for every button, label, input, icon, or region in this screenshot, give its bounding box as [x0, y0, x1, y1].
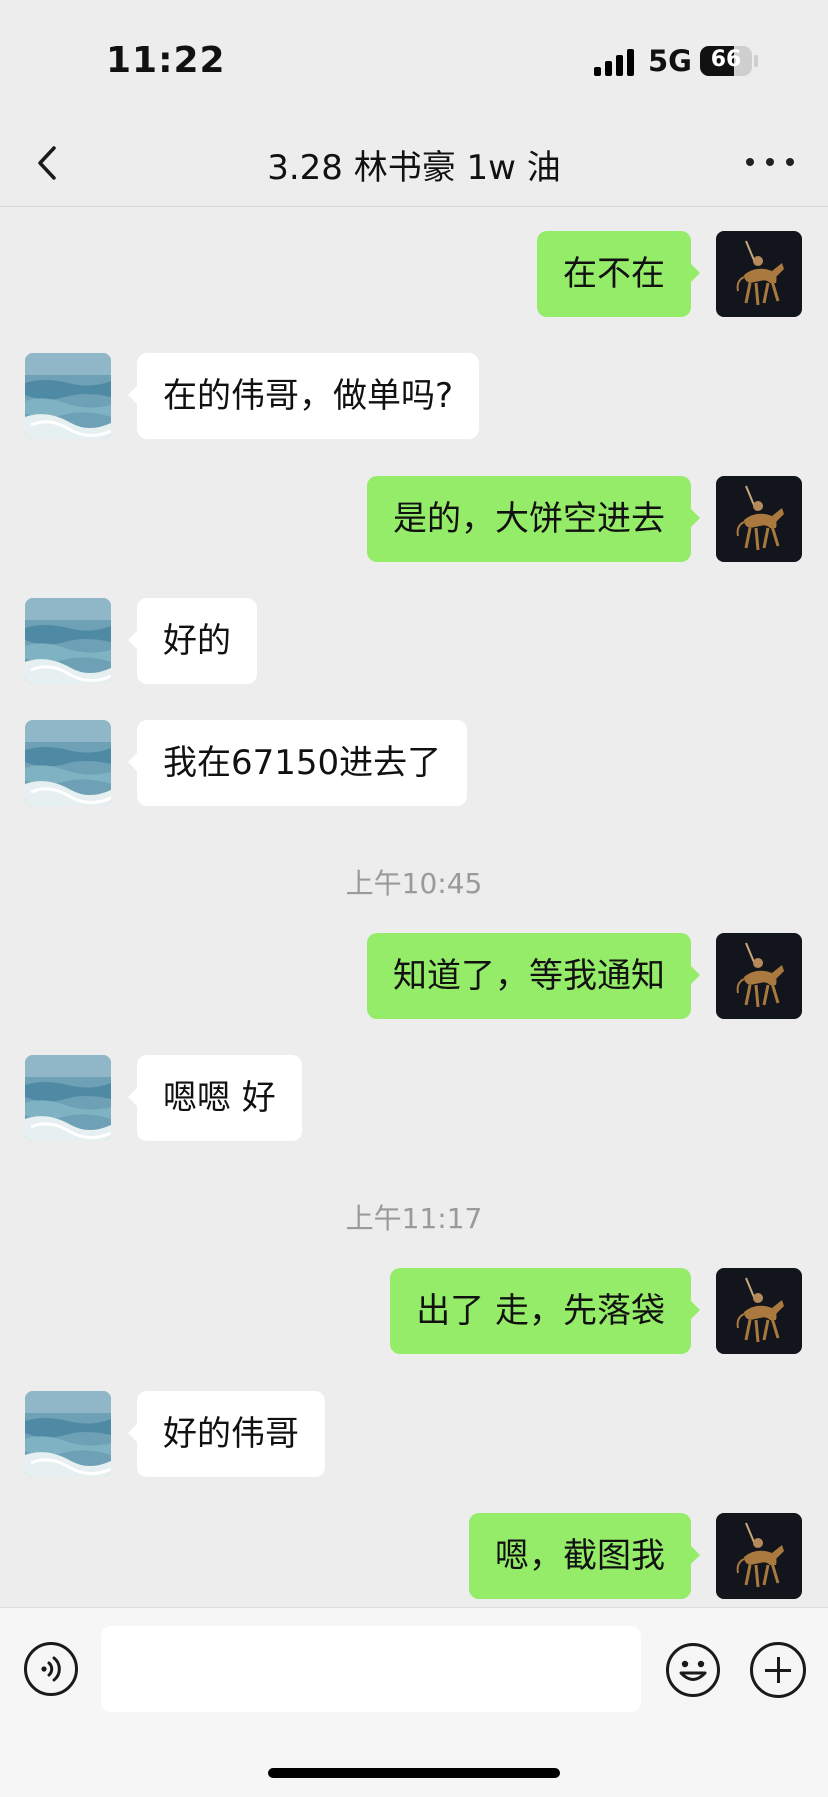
status-time: 11:22: [106, 40, 226, 81]
message-bubble[interactable]: 我在67150进去了: [127, 720, 468, 806]
outgoing-message: 在不在: [0, 231, 828, 319]
message-bubble[interactable]: 好的: [128, 598, 257, 684]
message-timestamp: 上午10:45: [345, 867, 483, 900]
outgoing-message: 是的，大饼空进去: [0, 476, 828, 564]
message-timestamp: 上午11:17: [345, 1202, 483, 1235]
message-bubble[interactable]: 在的伟哥，做单吗?: [127, 353, 480, 439]
my-avatar[interactable]: [716, 476, 802, 562]
battery-icon: 66: [700, 46, 752, 76]
emoji-icon: [666, 1643, 720, 1697]
outgoing-message: 嗯，截图我: [0, 1513, 828, 1601]
incoming-message: 我在67150进去了: [0, 720, 828, 808]
message-bubble[interactable]: 出了 走，先落袋: [390, 1268, 700, 1354]
message-bubble[interactable]: 知道了，等我通知: [367, 933, 700, 1019]
my-avatar[interactable]: [716, 933, 802, 1019]
message-bubble[interactable]: 是的，大饼空进去: [367, 476, 700, 562]
message-list[interactable]: 在不在 在的伟哥，做单吗? 是的，大饼空进去好的我在67150进去了上午10:45 知…: [0, 207, 828, 1607]
status-bar: 11:22 5G 66: [0, 0, 828, 120]
message-input[interactable]: [101, 1626, 641, 1712]
incoming-message: 好的: [0, 598, 828, 686]
message-bubble[interactable]: 嗯嗯 好: [128, 1055, 302, 1141]
home-indicator[interactable]: [268, 1768, 560, 1778]
message-bubble[interactable]: 在不在: [537, 231, 700, 317]
outgoing-message: 知道了，等我通知: [0, 933, 828, 1021]
more-button[interactable]: [746, 150, 794, 174]
battery-tip: [754, 55, 758, 67]
plus-button[interactable]: [750, 1642, 806, 1698]
contact-avatar[interactable]: [25, 1055, 111, 1141]
battery-level: 66: [710, 47, 742, 72]
chat-header: 3.28 林书豪 1w 油: [0, 120, 828, 207]
incoming-message: 在的伟哥，做单吗?: [0, 353, 828, 441]
voice-button[interactable]: [24, 1642, 78, 1696]
voice-icon: [41, 1656, 61, 1682]
contact-avatar[interactable]: [25, 1391, 111, 1477]
emoji-button[interactable]: [665, 1642, 721, 1698]
incoming-message: 嗯嗯 好: [0, 1055, 828, 1143]
chat-title: 3.28 林书豪 1w 油: [267, 148, 561, 188]
network-type: 5G: [648, 44, 692, 78]
contact-avatar[interactable]: [25, 720, 111, 806]
signal-icon: [594, 48, 638, 76]
my-avatar[interactable]: [716, 1268, 802, 1354]
my-avatar[interactable]: [716, 231, 802, 317]
my-avatar[interactable]: [716, 1513, 802, 1599]
outgoing-message: 出了 走，先落袋: [0, 1268, 828, 1356]
message-bubble[interactable]: 嗯，截图我: [469, 1513, 700, 1599]
message-bubble[interactable]: 好的伟哥: [128, 1391, 325, 1477]
contact-avatar[interactable]: [25, 598, 111, 684]
incoming-message: 好的伟哥: [0, 1391, 828, 1479]
ellipsis-icon: [746, 158, 754, 166]
contact-avatar[interactable]: [25, 353, 111, 439]
